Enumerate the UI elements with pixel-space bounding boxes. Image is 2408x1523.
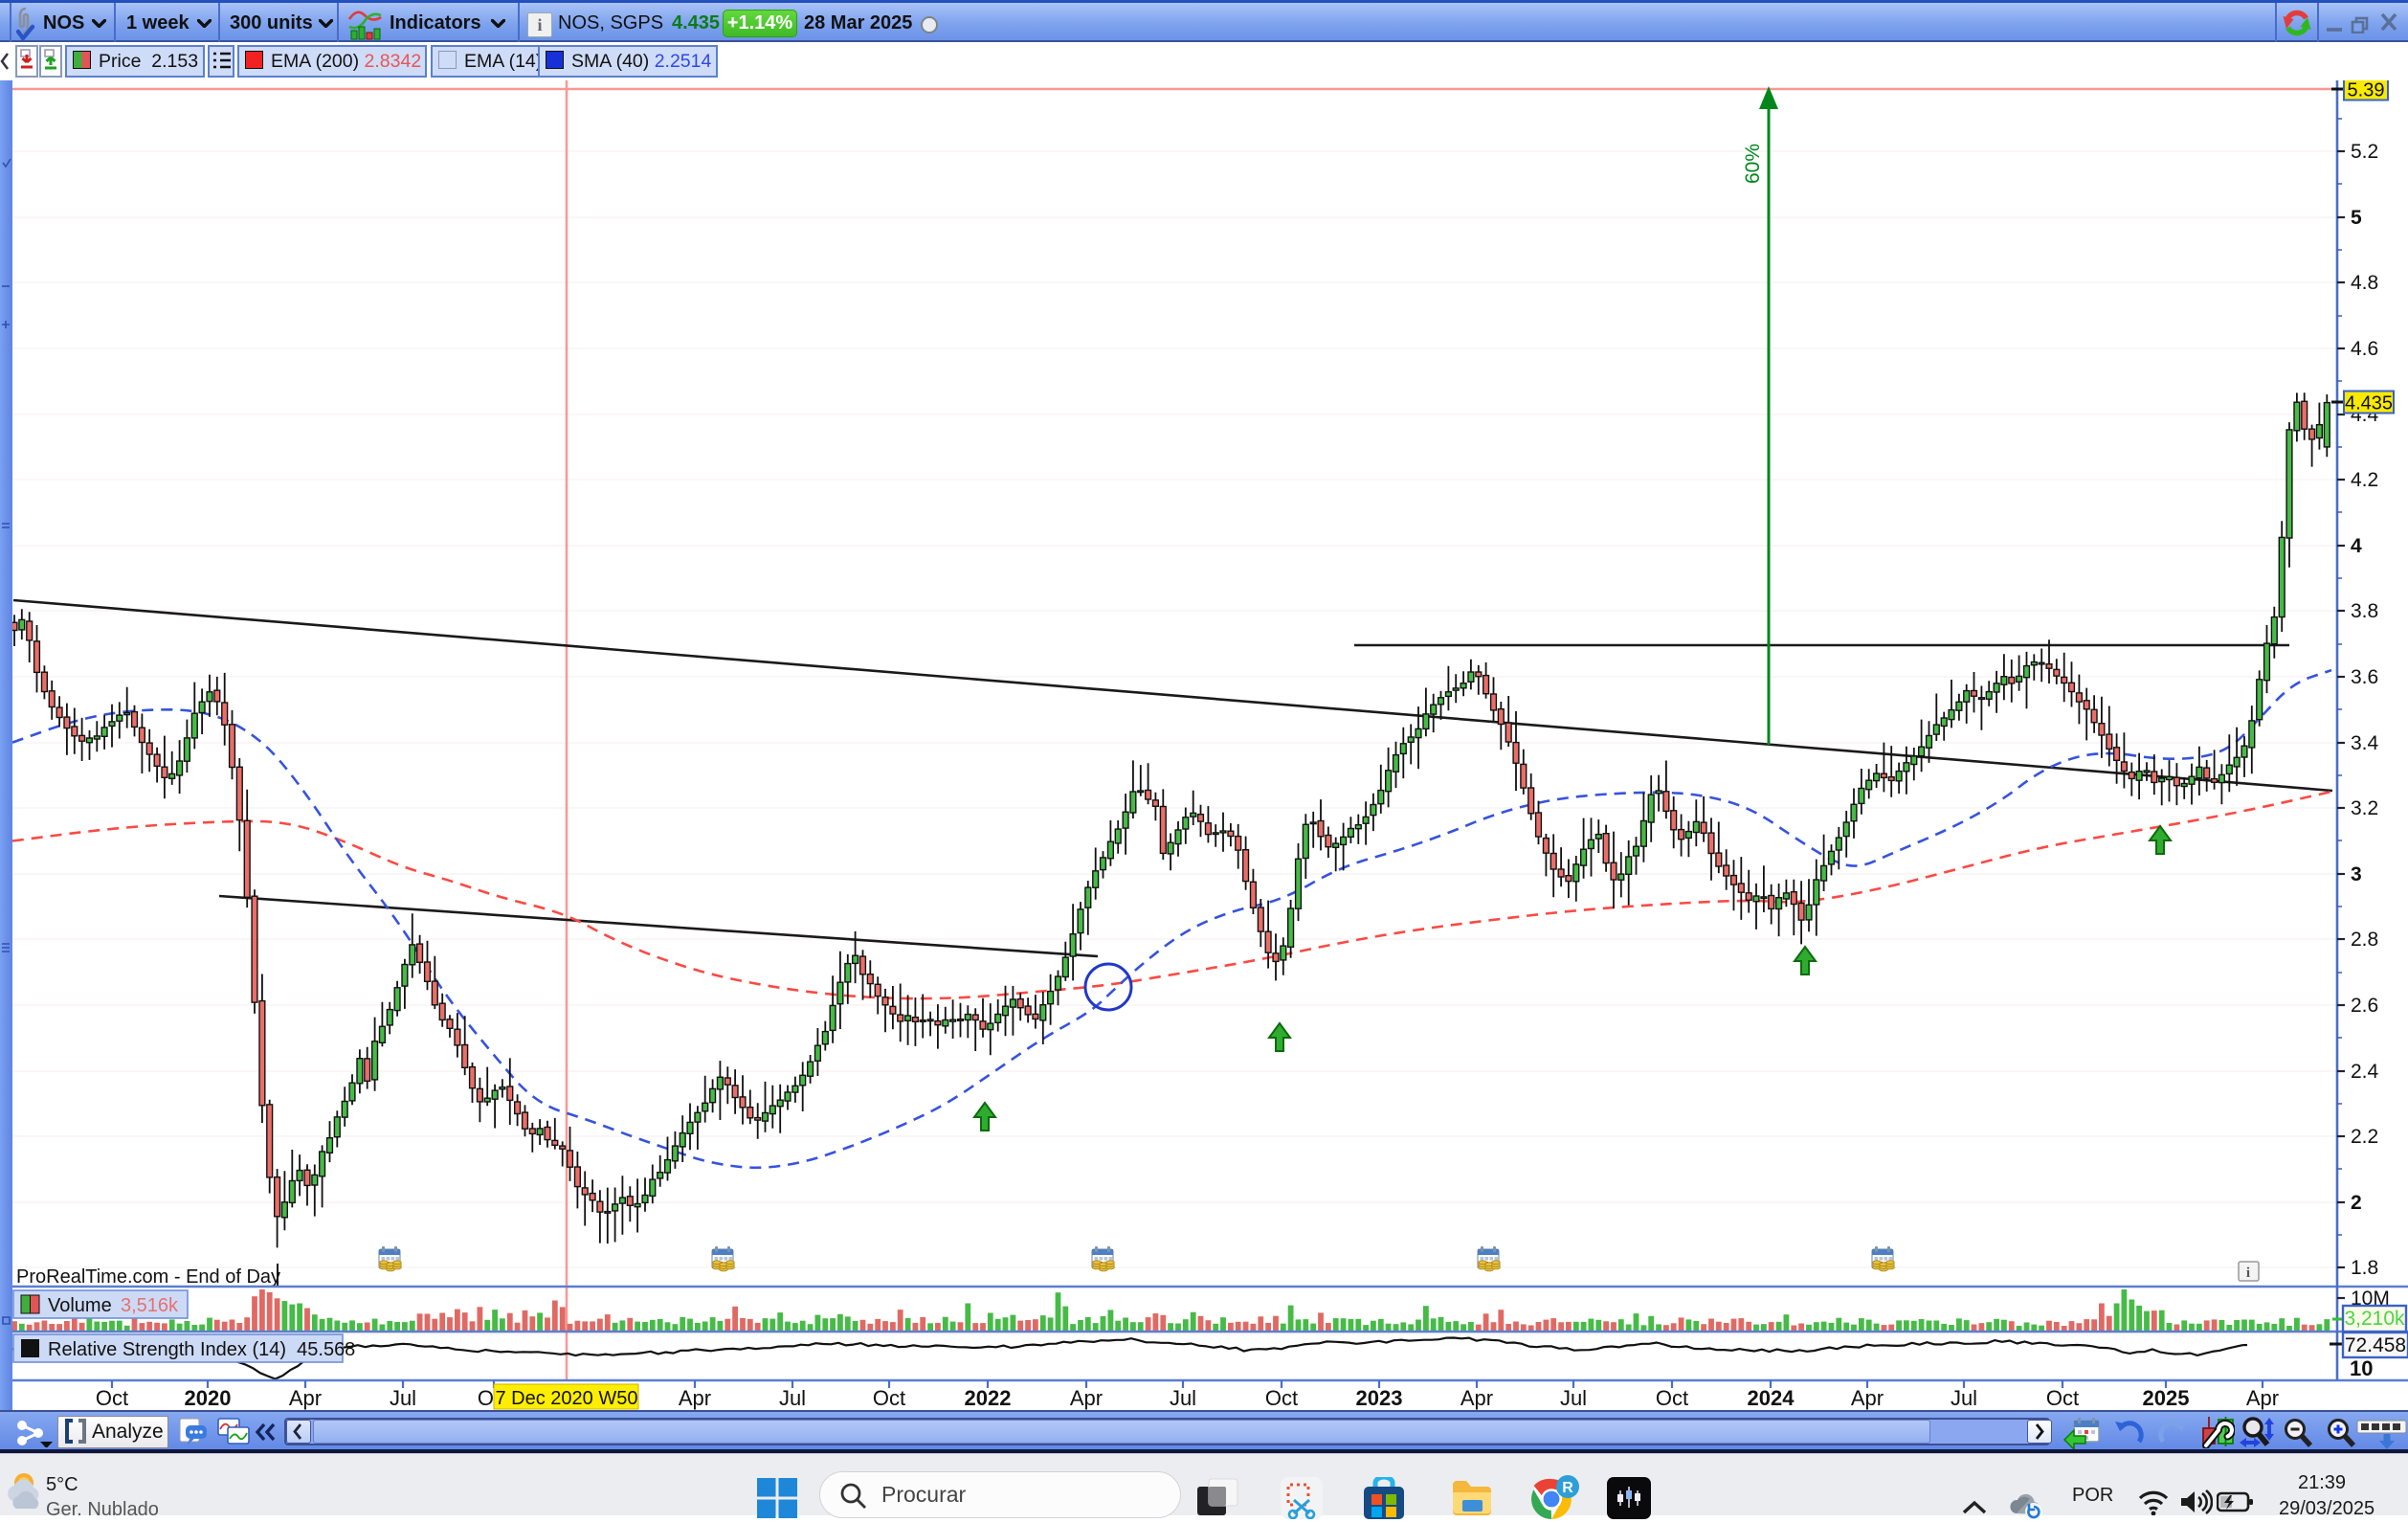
svg-text:72.458: 72.458 [2345, 1334, 2406, 1356]
svg-text:2025: 2025 [2143, 1386, 2190, 1410]
svg-text:R: R [1562, 1480, 1573, 1496]
svg-text:Apr: Apr [289, 1386, 322, 1410]
svg-text:Oct: Oct [96, 1386, 128, 1410]
svg-text:60%: 60% [1742, 144, 1764, 184]
svg-text:Oct: Oct [873, 1386, 905, 1410]
svg-text:Apr: Apr [1851, 1386, 1884, 1410]
svg-text:2024: 2024 [1748, 1386, 1795, 1410]
svg-text:3.6: 3.6 [2351, 666, 2378, 688]
svg-text:Apr: Apr [2246, 1386, 2279, 1410]
svg-text:Apr: Apr [679, 1386, 711, 1410]
svg-text:2.8: 2.8 [2351, 929, 2378, 951]
svg-text:5.2: 5.2 [2351, 141, 2378, 163]
svg-text:Jul: Jul [1170, 1386, 1196, 1410]
svg-text:4.2: 4.2 [2351, 469, 2378, 491]
svg-text:5: 5 [2351, 207, 2362, 229]
svg-text:2023: 2023 [1356, 1386, 1403, 1410]
svg-text:2020: 2020 [185, 1386, 232, 1410]
svg-text:3.8: 3.8 [2351, 600, 2378, 622]
svg-text:2.6: 2.6 [2351, 995, 2378, 1017]
svg-text:4.8: 4.8 [2351, 272, 2378, 294]
svg-text:ProRealTime.com - End of Day: ProRealTime.com - End of Day [16, 1266, 280, 1288]
svg-text:Apr: Apr [1070, 1386, 1103, 1410]
svg-text:1.8: 1.8 [2351, 1257, 2378, 1279]
svg-text:3: 3 [2351, 863, 2362, 885]
svg-text:3,516k: 3,516k [121, 1295, 179, 1316]
svg-text:2022: 2022 [965, 1386, 1012, 1410]
svg-text:Oct: Oct [1265, 1386, 1298, 1410]
svg-text:10: 10 [2350, 1356, 2373, 1380]
svg-text:Volume: Volume [48, 1295, 112, 1316]
svg-text:3.2: 3.2 [2351, 797, 2378, 819]
svg-text:Jul: Jul [1560, 1386, 1587, 1410]
svg-text:Oct: Oct [2046, 1386, 2079, 1410]
svg-text:Jul: Jul [390, 1386, 416, 1410]
svg-text:2: 2 [2351, 1192, 2362, 1214]
svg-text:4.435: 4.435 [2345, 393, 2393, 414]
svg-text:5.39: 5.39 [2348, 80, 2385, 101]
svg-text:4.6: 4.6 [2351, 338, 2378, 360]
svg-text:Jul: Jul [1951, 1386, 1977, 1410]
svg-text:2.4: 2.4 [2351, 1061, 2379, 1083]
svg-text:Relative Strength Index (14): Relative Strength Index (14) 45.568 [48, 1339, 355, 1360]
svg-text:Oct: Oct [1656, 1386, 1688, 1410]
svg-text:Apr: Apr [1460, 1386, 1493, 1410]
svg-text:3.4: 3.4 [2351, 732, 2379, 754]
svg-text:3,210k: 3,210k [2344, 1308, 2405, 1330]
svg-text:Jul: Jul [779, 1386, 806, 1410]
svg-text:7 Dec 2020 W50: 7 Dec 2020 W50 [496, 1388, 638, 1409]
svg-text:i: i [2246, 1265, 2250, 1281]
svg-text:2.2: 2.2 [2351, 1126, 2378, 1148]
svg-text:4: 4 [2351, 535, 2362, 557]
